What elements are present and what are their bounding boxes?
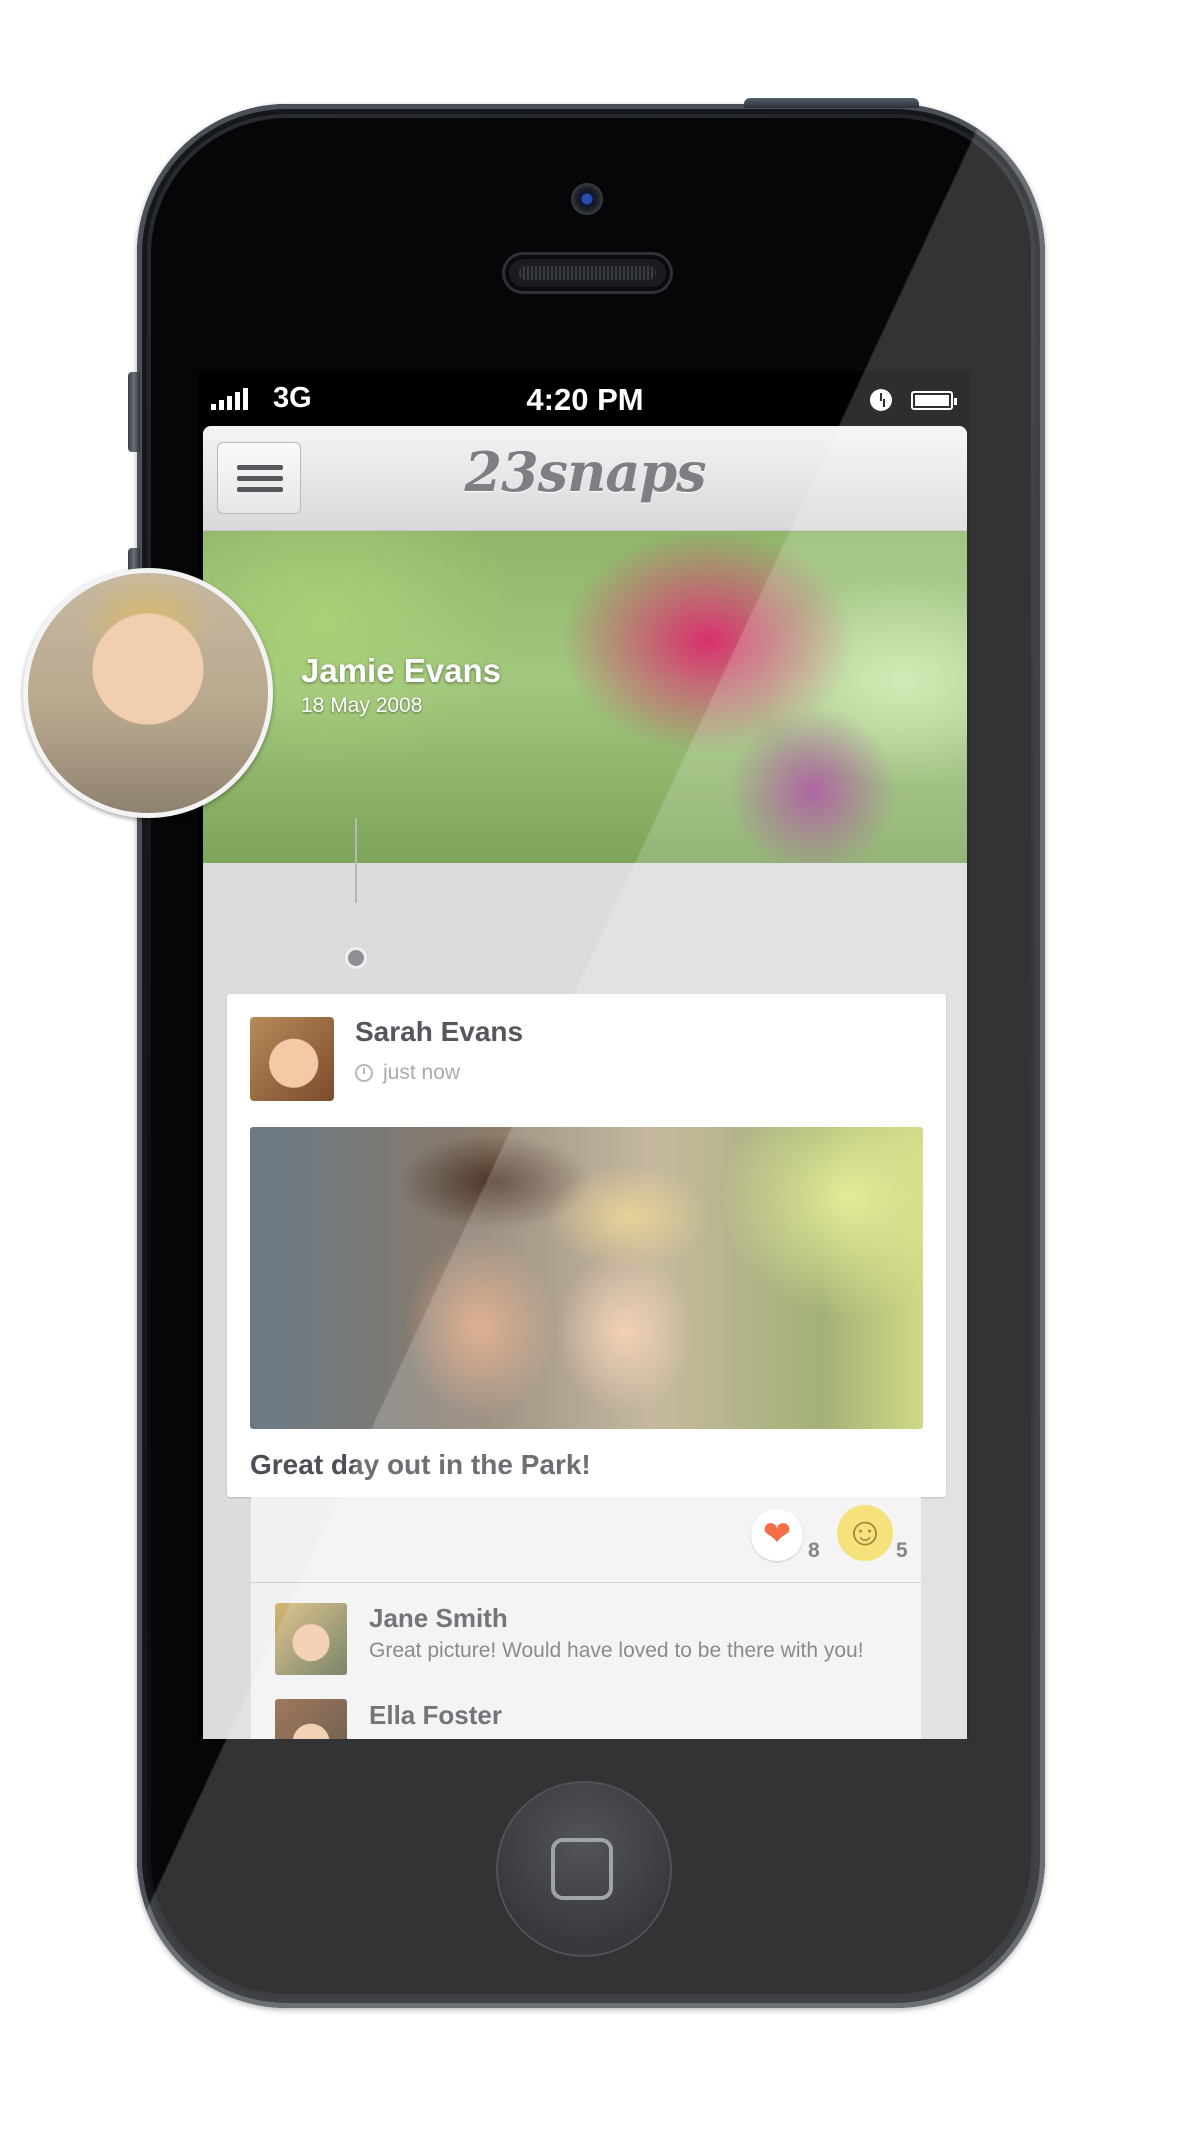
comment-avatar[interactable] <box>275 1699 347 1739</box>
clock-icon <box>355 1064 373 1082</box>
status-bar: 3G 4:20 PM <box>199 371 971 426</box>
post-timestamp: just now <box>383 1061 461 1084</box>
comment-avatar[interactable] <box>275 1603 347 1675</box>
home-square-icon <box>551 1838 613 1900</box>
comments-list: Jane Smith Great picture! Would have lov… <box>251 1583 921 1739</box>
front-camera <box>571 183 603 215</box>
earpiece-speaker <box>505 255 670 291</box>
profile-avatar[interactable] <box>23 568 273 818</box>
smiley-icon: ☺ <box>844 1510 886 1554</box>
app-logo: 23snaps <box>464 440 707 504</box>
post-photo[interactable] <box>250 1127 923 1429</box>
comment-author[interactable]: Jane Smith <box>369 1603 508 1634</box>
comment-text: Great picture! Would have loved to be th… <box>369 1639 864 1662</box>
reaction-bar: ❤ 8 ☺ 5 <box>251 1497 921 1583</box>
post-card: Sarah Evans just now Great day out in th… <box>227 994 946 1497</box>
smile-reaction-button[interactable]: ☺ <box>837 1505 893 1561</box>
post-author-avatar[interactable] <box>250 1017 334 1101</box>
heart-icon: ❤ <box>762 1515 792 1553</box>
timeline-line <box>355 818 357 903</box>
profile-name[interactable]: Jamie Evans <box>301 652 501 690</box>
comment-author[interactable]: Ella Foster <box>369 1700 502 1731</box>
power-button <box>744 98 919 108</box>
timeline-dot <box>345 947 367 969</box>
profile-date: 18 May 2008 <box>301 694 423 717</box>
status-time: 4:20 PM <box>526 382 644 417</box>
alarm-clock-icon <box>870 389 892 411</box>
post-caption: Great day out in the Park! <box>250 1449 591 1480</box>
heart-count: 8 <box>808 1539 820 1562</box>
mute-switch <box>128 372 140 452</box>
post-author-name[interactable]: Sarah Evans <box>355 1016 523 1048</box>
battery-icon <box>911 391 957 410</box>
smile-count: 5 <box>896 1539 908 1562</box>
nav-bar: 23snaps <box>203 426 967 531</box>
heart-reaction-button[interactable]: ❤ <box>751 1509 803 1561</box>
